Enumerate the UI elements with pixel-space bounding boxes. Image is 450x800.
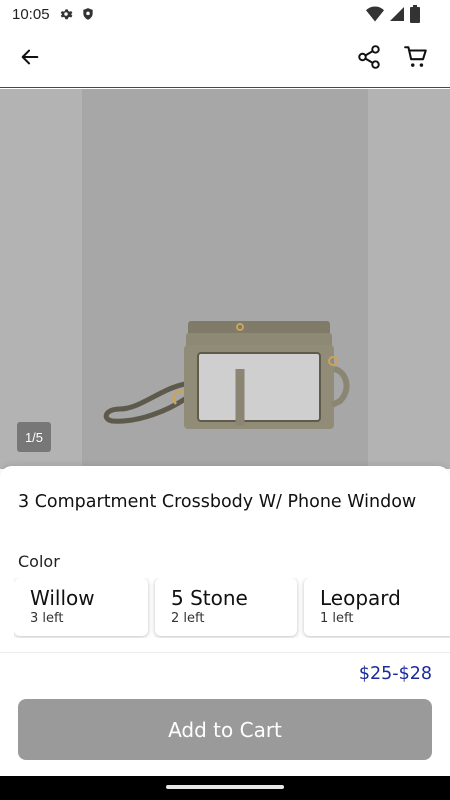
home-indicator[interactable] (166, 785, 284, 789)
status-right-icons (366, 5, 420, 27)
color-label: Color (18, 552, 60, 571)
gear-icon (58, 6, 74, 22)
color-option-5-stone[interactable]: 5 Stone 2 left (155, 578, 297, 636)
status-bar: 10:05 (0, 0, 450, 28)
product-title: 3 Compartment Crossbody W/ Phone Window (18, 492, 417, 512)
price-range: $25-$28 (358, 664, 432, 684)
share-button[interactable] (349, 37, 389, 77)
color-option-stock: 1 left (320, 611, 354, 626)
product-details-sheet: 3 Compartment Crossbody W/ Phone Window … (0, 466, 450, 776)
cart-button[interactable] (396, 37, 436, 77)
product-image (103, 321, 350, 429)
divider (0, 652, 450, 653)
gallery-page-indicator: 1/5 (17, 422, 51, 452)
color-option-stock: 2 left (171, 611, 205, 626)
color-option-leopard[interactable]: Leopard 1 left (304, 578, 450, 636)
add-to-cart-button[interactable]: Add to Cart (18, 699, 432, 760)
color-option-stock: 3 left (30, 611, 64, 626)
color-options: Willow 3 left 5 Stone 2 left Leopard 1 l… (14, 578, 450, 638)
cart-icon (404, 46, 427, 67)
color-option-willow[interactable]: Willow 3 left (14, 578, 148, 636)
status-time: 10:05 (12, 5, 50, 23)
battery-icon (410, 5, 420, 27)
color-option-name: Leopard (320, 586, 401, 610)
color-option-name: Willow (30, 586, 95, 610)
system-nav-bar (0, 776, 450, 800)
wifi-icon (366, 6, 384, 26)
share-icon (358, 45, 380, 69)
product-image-gallery[interactable]: 1/5 (0, 89, 450, 469)
color-option-name: 5 Stone (171, 586, 248, 610)
app-bar (0, 28, 450, 88)
arrow-left-icon (21, 49, 39, 65)
back-button[interactable] (10, 37, 50, 77)
cellular-icon (390, 6, 404, 26)
shield-icon (80, 6, 96, 22)
